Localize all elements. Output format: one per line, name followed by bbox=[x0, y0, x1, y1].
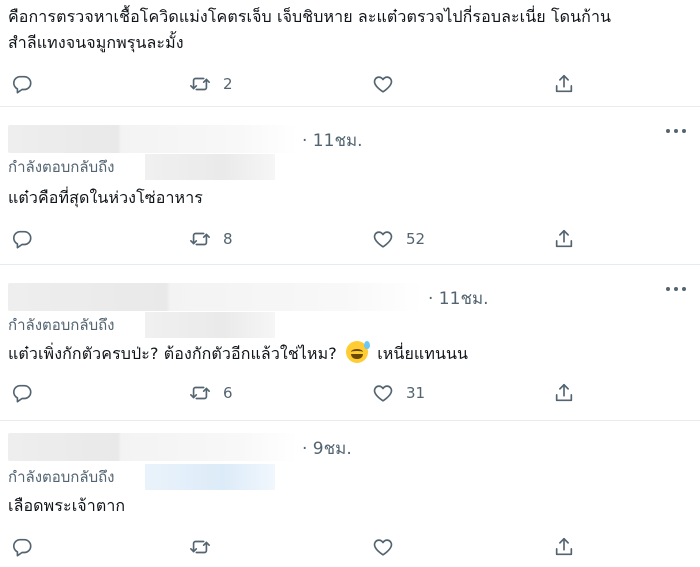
retweet-icon bbox=[190, 232, 210, 246]
reply-button[interactable] bbox=[11, 70, 45, 98]
like-count: 52 bbox=[406, 230, 426, 248]
reply-to-handle-redacted[interactable] bbox=[145, 154, 275, 180]
share-icon bbox=[555, 383, 573, 402]
tweet-text-segment: แต๋วเพิ่งกักตัวครบป่ะ? ต้องกักตัวอีกแล้ว… bbox=[8, 344, 337, 363]
tweet-actions bbox=[0, 533, 700, 561]
tweet[interactable]: · 11ชม. กำลังตอบกลับถึง แต๋วเพิ่งกักตัวค… bbox=[0, 265, 700, 421]
more-icon[interactable] bbox=[666, 125, 688, 137]
tweet-text: คือการตรวจหาเชื้อโควิดแม่งโคตรเจ็บ เจ็บช… bbox=[8, 4, 698, 56]
like-button[interactable] bbox=[372, 533, 406, 561]
share-button[interactable] bbox=[553, 70, 575, 98]
share-icon bbox=[555, 229, 573, 248]
tweet-text-segment: เหนี่ยแทนนน bbox=[377, 344, 469, 363]
tweet-text-line: คือการตรวจหาเชื้อโควิดแม่งโคตรเจ็บ เจ็บช… bbox=[8, 7, 612, 26]
reply-icon bbox=[13, 75, 32, 94]
retweet-button[interactable]: 8 bbox=[189, 225, 233, 253]
share-icon bbox=[555, 74, 573, 93]
retweet-button[interactable] bbox=[189, 533, 223, 561]
like-button[interactable]: 52 bbox=[372, 225, 425, 253]
grinning-sweat-emoji bbox=[346, 341, 370, 363]
share-button[interactable] bbox=[553, 379, 575, 407]
tweet[interactable]: · 11ชม. กำลังตอบกลับถึง แต๋วคือที่สุดในห… bbox=[0, 107, 700, 265]
like-button[interactable]: 31 bbox=[372, 379, 425, 407]
retweet-count: 6 bbox=[223, 384, 233, 402]
retweet-icon bbox=[190, 540, 210, 554]
reply-to-label: กำลังตอบกลับถึง bbox=[8, 158, 115, 176]
tweet[interactable]: · 9ชม. กำลังตอบกลับถึง เลือดพระเจ้าตาก bbox=[0, 421, 700, 567]
retweet-button[interactable]: 6 bbox=[189, 379, 233, 407]
reply-button[interactable] bbox=[11, 379, 45, 407]
tweet-text: แต๋วเพิ่งกักตัวครบป่ะ? ต้องกักตัวอีกแล้ว… bbox=[8, 341, 468, 367]
retweet-icon bbox=[190, 386, 210, 400]
heart-icon bbox=[373, 231, 393, 248]
heart-icon bbox=[373, 76, 393, 93]
reply-button[interactable] bbox=[11, 225, 45, 253]
share-button[interactable] bbox=[553, 225, 575, 253]
tweet-timestamp[interactable]: · 11ชม. bbox=[428, 285, 489, 312]
tweet-timestamp[interactable]: · 11ชม. bbox=[302, 127, 363, 154]
tweet-text: แต๋วคือที่สุดในห่วงโซ่อาหาร bbox=[8, 188, 203, 207]
reply-to-label: กำลังตอบกลับถึง bbox=[8, 468, 115, 486]
reply-to-handle-redacted[interactable] bbox=[145, 464, 275, 490]
author-name-redacted bbox=[8, 433, 298, 461]
reply-icon bbox=[13, 538, 32, 557]
reply-icon bbox=[13, 230, 32, 249]
retweet-button[interactable]: 2 bbox=[189, 70, 233, 98]
tweet-feed: คือการตรวจหาเชื้อโควิดแม่งโคตรเจ็บ เจ็บช… bbox=[0, 0, 700, 567]
more-icon[interactable] bbox=[666, 283, 688, 295]
share-icon bbox=[555, 537, 573, 556]
tweet-actions: 8 52 bbox=[0, 225, 700, 253]
heart-icon bbox=[373, 539, 393, 556]
retweet-count: 2 bbox=[223, 75, 233, 93]
author-name-redacted bbox=[8, 125, 298, 153]
tweet[interactable]: คือการตรวจหาเชื้อโควิดแม่งโคตรเจ็บ เจ็บช… bbox=[0, 0, 700, 107]
retweet-count: 8 bbox=[223, 230, 233, 248]
share-button[interactable] bbox=[553, 533, 575, 561]
like-button[interactable] bbox=[372, 70, 406, 98]
tweet-text-line: สำลีแทงจนจมูกพรุนละมั้ง bbox=[8, 33, 184, 52]
author-name-redacted bbox=[8, 283, 424, 311]
tweet-timestamp[interactable]: · 9ชม. bbox=[302, 435, 352, 462]
heart-icon bbox=[373, 385, 393, 402]
tweet-actions: 2 bbox=[0, 70, 700, 98]
tweet-actions: 6 31 bbox=[0, 379, 700, 407]
like-count: 31 bbox=[406, 384, 426, 402]
reply-button[interactable] bbox=[11, 533, 45, 561]
retweet-icon bbox=[190, 77, 210, 91]
reply-icon bbox=[13, 384, 32, 403]
tweet-text: เลือดพระเจ้าตาก bbox=[8, 496, 126, 515]
reply-to-handle-redacted[interactable] bbox=[145, 312, 275, 338]
reply-to-label: กำลังตอบกลับถึง bbox=[8, 316, 115, 334]
